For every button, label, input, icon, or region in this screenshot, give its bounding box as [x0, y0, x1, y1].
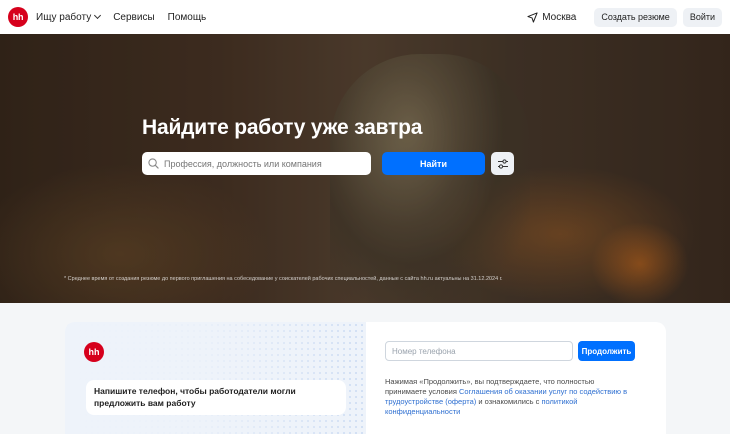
- create-resume-button[interactable]: Создать резюме: [594, 7, 677, 27]
- hero-background-photo: [330, 54, 530, 303]
- filters-button[interactable]: [491, 152, 514, 175]
- filter-sliders-icon: [497, 158, 508, 169]
- hero-banner: Найдите работу уже завтра Найти * Средне: [0, 34, 730, 303]
- nav-services[interactable]: Сервисы: [113, 12, 154, 23]
- nav-help-label: Помощь: [167, 11, 207, 23]
- login-button[interactable]: Войти: [682, 7, 722, 27]
- terms-middle: и ознакомились с: [476, 397, 542, 406]
- main-nav: Ищу работу Сервисы Помощь: [36, 12, 219, 23]
- continue-button[interactable]: Продолжить: [578, 341, 635, 361]
- search-input[interactable]: [164, 158, 354, 169]
- header-actions: Москва Создать резюме Войти: [527, 7, 722, 27]
- nav-job-search-label: Ищу работу: [36, 11, 92, 23]
- signup-message-bubble: Напишите телефон, чтобы работодатели мог…: [86, 380, 346, 415]
- search-row: Найти: [142, 152, 514, 175]
- hero-title: Найдите работу уже завтра: [142, 116, 423, 139]
- phone-signup-card: hh Напишите телефон, чтобы работодатели …: [65, 322, 666, 434]
- search-box[interactable]: [142, 152, 371, 175]
- hh-logo[interactable]: hh: [8, 7, 28, 27]
- nav-help[interactable]: Помощь: [168, 12, 207, 23]
- signup-form-panel: Номер телефона Продолжить Нажимая «Продо…: [366, 322, 666, 434]
- chevron-down-icon: [94, 11, 102, 20]
- terms-text: Нажимая «Продолжить», вы подтверждаете, …: [385, 377, 635, 417]
- top-header: hh Ищу работу Сервисы Помощь Москва Созд…: [0, 0, 730, 34]
- signup-promo-panel: hh Напишите телефон, чтобы работодатели …: [65, 322, 366, 434]
- search-icon: [148, 158, 159, 169]
- location-arrow-icon: [527, 11, 538, 23]
- phone-input[interactable]: Номер телефона: [385, 341, 573, 361]
- city-selector[interactable]: Москва: [527, 12, 576, 23]
- nav-job-search[interactable]: Ищу работу: [36, 11, 102, 23]
- hh-logo-badge: hh: [84, 342, 104, 362]
- city-label: Москва: [542, 11, 577, 23]
- nav-services-label: Сервисы: [113, 11, 155, 23]
- find-button[interactable]: Найти: [382, 152, 485, 175]
- hero-content: Найдите работу уже завтра Найти: [142, 116, 514, 175]
- hero-footnote: * Среднее время от создания резюме до пе…: [64, 276, 503, 282]
